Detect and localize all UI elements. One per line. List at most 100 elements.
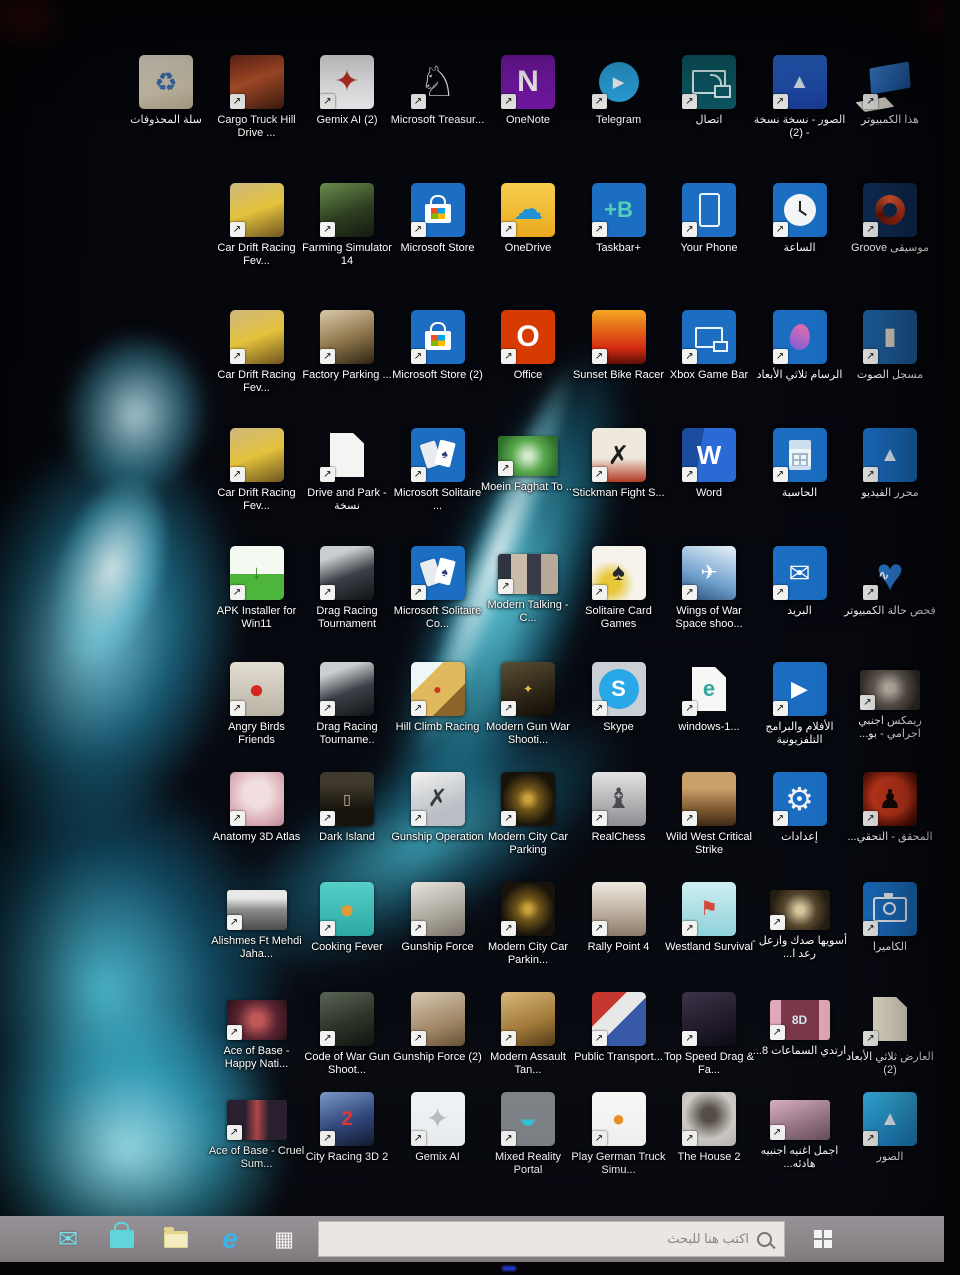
desktop-icon-label: Mixed Reality Portal [480,1151,576,1177]
desktop-icon-telegram[interactable]: ▶↗Telegram [571,55,667,177]
desktop-icon-onedrive[interactable]: ☁↗OneDrive [480,183,576,305]
desktop-icon-ace-of-base-cruel-video[interactable]: ↗Ace of Base - Cruel Sum... [209,1092,305,1214]
desktop-icon-microsoft-solitaire-1[interactable]: ↗Microsoft Solitaire ... [390,428,486,550]
desktop-icon-the-house-2[interactable]: ↗The House 2 [661,1092,757,1214]
desktop-icon-car-drift-racing-3[interactable]: ↗Car Drift Racing Fev... [209,428,305,550]
desktop-icon-play-german-truck[interactable]: ●↗Play German Truck Simu... [571,1092,667,1214]
start-button[interactable] [797,1216,849,1262]
shortcut-arrow-icon: ↗ [863,467,878,482]
desktop-icon-label: Microsoft Treasur... [390,114,486,127]
shortcut-arrow-icon: ↗ [682,1031,697,1046]
shortcut-arrow-icon: ↗ [230,467,245,482]
desktop-icon-skype[interactable]: S↗Skype [571,662,667,784]
desktop-icon-city-racing-3d-2[interactable]: 2↗City Racing 3D 2 [299,1092,395,1214]
desktop-icon-realchess[interactable]: ♝↗RealChess [571,772,667,894]
desktop-icon-photos[interactable]: ▲↗الصور [842,1092,938,1214]
desktop-icon-office[interactable]: O↗Office [480,310,576,432]
desktop-icon-microsoft-store[interactable]: ↗Microsoft Store [390,183,486,305]
taskbar-search-input[interactable]: اكتب هنا للبحث [318,1221,785,1257]
desktop-icon-cargo-truck-hill-drive[interactable]: ↗Cargo Truck Hill Drive ... [209,55,305,177]
desktop-icon-gunship-operation[interactable]: ✗↗Gunship Operation [390,772,486,894]
desktop-icon-farming-simulator-14[interactable]: ↗Farming Simulator 14 [299,183,395,305]
taskbar-store-icon[interactable] [102,1219,142,1259]
desktop-icon-rally-point-4[interactable]: ↗Rally Point 4 [571,882,667,1004]
desktop-icon-mail[interactable]: ✉↗البريد [752,546,848,668]
desktop-icon-westland-survival[interactable]: ⚑↗Westland Survival [661,882,757,1004]
desktop-icon-modern-city-car-parking-1[interactable]: ↗Modern City Car Parking [480,772,576,894]
desktop-icon-drive-and-park-copy[interactable]: ↗Drive and Park - نسخة [299,428,395,550]
taskbar-task-view-icon[interactable]: ▦ [264,1219,304,1259]
desktop-icon-taskbar-plus[interactable]: +B↗Taskbar+ [571,183,667,305]
desktop-icon-gemix-ai[interactable]: ✦↗Gemix AI [390,1092,486,1214]
desktop-icon-gunship-force-1[interactable]: ↗Gunship Force [390,882,486,1004]
desktop-icon-this-pc[interactable]: ↗هذا الكمبيوتر [842,55,938,177]
mail-icon: ✉↗ [773,546,827,600]
taskbar-edge-icon[interactable]: e [210,1219,250,1259]
desktop-icon-drag-racing-tournament-2[interactable]: ↗Drag Racing Tourname.. [299,662,395,784]
desktop-icon-car-drift-racing-1[interactable]: ↗Car Drift Racing Fev... [209,183,305,305]
desktop-icon-mixed-reality-portal[interactable]: ◒↗Mixed Reality Portal [480,1092,576,1214]
desktop-icon-moein-faghat-to-video[interactable]: ↗Moein Faghat To ... [480,428,576,550]
desktop-icon-movies-tv[interactable]: ▶↗الأفلام والبرامج التلفزيونية [752,662,848,784]
desktop-icon-modern-city-car-parking-2[interactable]: ↗Modern City Car Parkin... [480,882,576,1004]
camera-icon: ↗ [863,882,917,936]
gunship-force-1-icon: ↗ [411,882,465,936]
paint-3d-icon: ↗ [773,310,827,364]
taskbar-mail-icon[interactable]: ✉ [48,1219,88,1259]
desktop-icon-microsoft-treasure[interactable]: ♘↗Microsoft Treasur... [390,55,486,177]
desktop-icon-label: فحص حالة الكمبيوتر [842,605,938,618]
desktop-icon-stickman-fight[interactable]: ✗↗Stickman Fight S... [571,428,667,550]
desktop-icon-car-drift-racing-2[interactable]: ↗Car Drift Racing Fev... [209,310,305,432]
desktop-icon-wings-of-war[interactable]: ✈↗Wings of War Space shoo... [661,546,757,668]
desktop-icon-hill-climb-racing[interactable]: ●↗Hill Climb Racing [390,662,486,784]
desktop-icon-settings[interactable]: ⚙↗إعدادات [752,772,848,894]
desktop-icon-microsoft-store-2[interactable]: ↗Microsoft Store (2) [390,310,486,432]
desktop-icon-cooking-fever[interactable]: ●↗Cooking Fever [299,882,395,1004]
desktop-icon-label: Alishmes Ft Mehdi Jaha... [209,935,305,961]
desktop-icon-label: Cooking Fever [299,941,395,954]
desktop-icon-video-editor[interactable]: ▲↗محرر الفيديو [842,428,938,550]
desktop-icon-microsoft-solitaire-2[interactable]: ↗Microsoft Solitaire Co... [390,546,486,668]
desktop-icon-apk-installer-win11[interactable]: ↓↗APK Installer for Win11 [209,546,305,668]
desktop-icon-alarms-clock[interactable]: ↗الساعة [752,183,848,305]
desktop-icon-windows-1-file[interactable]: e↗windows-1... [661,662,757,784]
shortcut-arrow-icon: ↗ [682,349,697,364]
desktop-icon-solitaire-card-games[interactable]: ♠↗Solitaire Card Games [571,546,667,668]
desktop-icon-your-phone[interactable]: ↗Your Phone [661,183,757,305]
desktop-icon-onenote[interactable]: N↗OneNote [480,55,576,177]
shortcut-arrow-icon: ↗ [230,701,245,716]
microsoft-solitaire-2-icon-shape [420,557,456,589]
desktop-icon-ajmal-aghniya-video[interactable]: ↗اجمل اغنيه اجنبيه هادئه... [752,1092,848,1214]
desktop-icon-pc-health-check[interactable]: ♥∿↗فحص حالة الكمبيوتر [842,546,938,668]
desktop-icon-modern-gun-war[interactable]: ✦↗Modern Gun War Shooti... [480,662,576,784]
detective-icon: ♟↗ [863,772,917,826]
desktop-icon-photos-copy-2[interactable]: ▲↗الصور - نسخة نسخة - (2) [752,55,848,177]
desktop-icon-sunset-bike-racer[interactable]: ↗Sunset Bike Racer [571,310,667,432]
desktop-icon-gemix-ai-2[interactable]: ✦↗Gemix AI (2) [299,55,395,177]
shortcut-arrow-icon: ↗ [498,579,513,594]
desktop-icon-camera[interactable]: ↗الكاميرا [842,882,938,1004]
desktop-icon-modern-talking-video[interactable]: ↗Modern Talking - C... [480,546,576,668]
desktop-icon-detective[interactable]: ♟↗المحقق - التحقي... [842,772,938,894]
desktop-icon-recycle-bin[interactable]: ♻سلة المحذوفات [118,55,214,177]
desktop-icon-word[interactable]: W↗Word [661,428,757,550]
desktop-icon-alishmes-video[interactable]: ↗Alishmes Ft Mehdi Jaha... [209,882,305,1004]
desktop-icon-label: اجمل اغنيه اجنبيه هادئه... [752,1145,848,1171]
desktop-icon-factory-parking[interactable]: ↗Factory Parking ... [299,310,395,432]
desktop-icon-paint-3d[interactable]: ↗الرسام ثلاثي الأبعاد [752,310,848,432]
desktop-icon-xbox-game-bar[interactable]: ↗Xbox Game Bar [661,310,757,432]
desktop-icon-aswiha-sadak-video[interactable]: ↗أسويها صدك وازعل - رعد ا... [752,882,848,1004]
desktop-icon-connect[interactable]: ↗اتصال [661,55,757,177]
shortcut-arrow-icon: ↗ [682,585,697,600]
desktop-icon-anatomy-3d-atlas[interactable]: ↗Anatomy 3D Atlas [209,772,305,894]
desktop-icon-drag-racing-tournament-1[interactable]: ↗Drag Racing Tournament [299,546,395,668]
desktop-icon-remix-ajnabi-video[interactable]: ↗ريمكس اجنبي اجرامي - بو... [842,662,938,784]
taskbar-file-explorer-icon[interactable] [156,1219,196,1259]
desktop-icon-wild-west-critical-strike[interactable]: ↗Wild West Critical Strike [661,772,757,894]
drag-racing-tournament-1-icon: ↗ [320,546,374,600]
desktop-icon-groove-music[interactable]: ↗موسيقى Groove [842,183,938,305]
desktop-icon-dark-island[interactable]: ▯↗Dark Island [299,772,395,894]
desktop-icon-calculator[interactable]: ↗الحاسبة [752,428,848,550]
desktop-icon-angry-birds-friends[interactable]: ●↗Angry Birds Friends [209,662,305,784]
desktop-icon-voice-recorder[interactable]: ▮↗مسجل الصوت [842,310,938,432]
